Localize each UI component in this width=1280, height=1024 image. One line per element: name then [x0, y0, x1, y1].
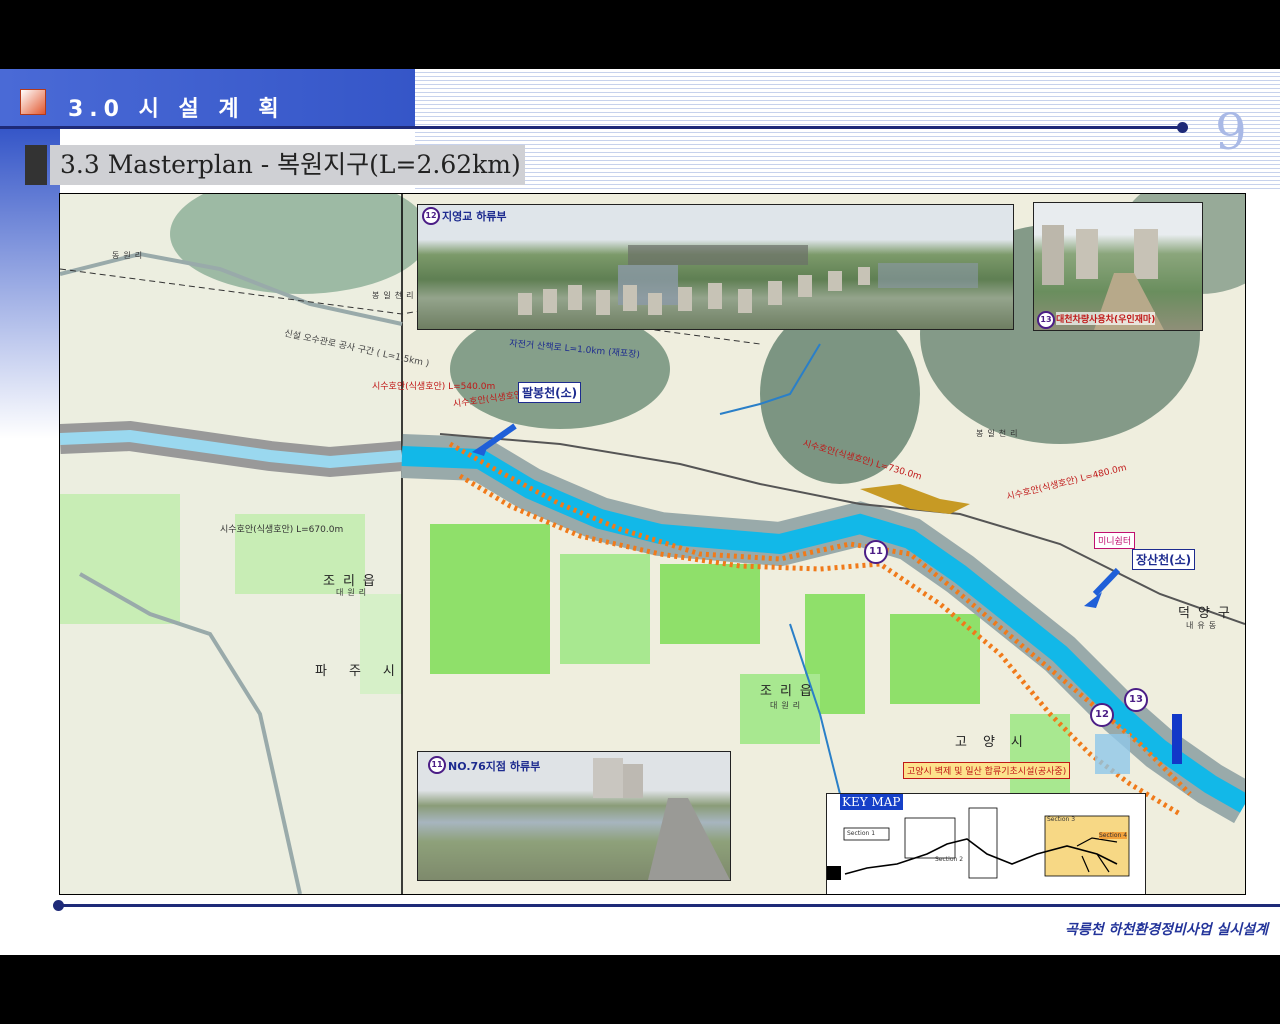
route-marker-13: 13	[1124, 688, 1148, 712]
callout-jangsan-cheon: 장산천(소)	[1132, 549, 1196, 570]
label-jori-eup-center: 조리읍	[760, 684, 820, 699]
footer-rule-dot	[53, 900, 64, 911]
photo-marker: 12	[422, 207, 440, 225]
label-deokyang-gu: 덕양구	[1178, 606, 1238, 621]
callout-mini-garden: 미니쉼터	[1094, 532, 1136, 549]
label-daewon-ri-center: 대원리	[770, 701, 805, 710]
route-marker-12: 12	[1090, 703, 1114, 727]
header-rule	[0, 126, 1182, 129]
label-naeyu-dong: 내유동	[1186, 621, 1221, 630]
header-rule-dot	[1177, 122, 1188, 133]
label-bongil-cheon-top: 봉일천리	[372, 291, 418, 300]
slide: 3.0 시 설 계 획 9 3.3 Masterplan - 복원지구(L=2.…	[0, 69, 1280, 955]
photo-panorama: 12 지영교 하류부	[417, 204, 1014, 330]
footer-rule	[58, 904, 1280, 907]
photo-right: 13 대천차량사용차(우인재마)	[1033, 202, 1203, 331]
header-stripes	[415, 69, 1280, 189]
route-marker-11: 11	[864, 540, 888, 564]
label-paju-si: 파주시	[315, 664, 417, 679]
subtitle-bar	[25, 145, 47, 185]
key-map-box-2: Section 2	[935, 856, 964, 863]
masterplan-map: 12 지영교 하류부 13 대천차량사용차(우인재마) 11 NO.76지점 하…	[59, 193, 1246, 895]
key-map-box-4: Section 4	[1099, 832, 1128, 839]
section-title: 3.0 시 설 계 획	[68, 97, 285, 122]
note-revetment-top: 시수호안(식생호안) L=540.0m	[372, 382, 496, 392]
note-revetment-left: 시수호안(식생호안) L=670.0m	[220, 525, 344, 535]
key-map: KEY MAP Section 1 Section 2 Section 3 Se…	[826, 793, 1146, 894]
label-bongil-cheon-right: 봉일천리	[976, 429, 1022, 438]
key-map-drawing	[827, 807, 1130, 880]
label-daewon-ri-left: 대원리	[336, 588, 371, 597]
photo-caption: 대천차량사용차(우인재마)	[1056, 312, 1156, 325]
key-map-box-3: Section 3	[1047, 816, 1076, 823]
page-number: 9	[1215, 103, 1247, 161]
photo-caption: 지영교 하류부	[442, 210, 507, 223]
label-dongwon-ri: 동원리	[112, 251, 147, 260]
photo-marker: 11	[428, 756, 446, 774]
section-bullet-icon	[20, 89, 46, 115]
photo-caption: NO.76지점 하류부	[448, 760, 541, 773]
callout-paldong-cheon: 팔봉천(소)	[518, 382, 582, 403]
key-map-box-1: Section 1	[847, 830, 876, 837]
photo-marker: 13	[1037, 311, 1055, 329]
note-facility: 고양시 벽제 및 일산 합류기초시설(공사중)	[903, 762, 1071, 779]
footer-text: 곡릉천 하천환경정비사업 실시설계	[1065, 922, 1268, 938]
label-goyang-si: 고양시	[955, 735, 1039, 750]
page-subtitle: 3.3 Masterplan - 복원지구(L=2.62km)	[50, 145, 525, 185]
photo-bottom: 11 NO.76지점 하류부	[417, 751, 731, 881]
left-edge-bar	[0, 918, 4, 954]
